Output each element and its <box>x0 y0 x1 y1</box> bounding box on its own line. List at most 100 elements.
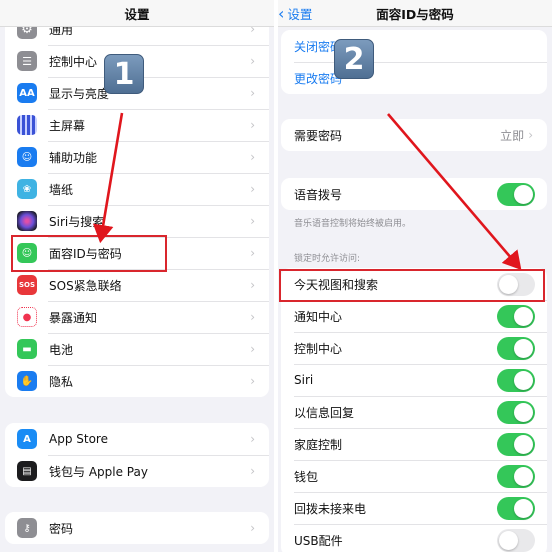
app-store-icon: A <box>17 429 37 449</box>
settings-item-14[interactable]: ⚷ 密码 › <box>5 512 269 544</box>
lock-access-label: 通知中心 <box>294 309 343 324</box>
settings-item-4[interactable]: ☺ 辅助功能 › <box>5 141 269 173</box>
face-id-pane: ‹ 设置 面容ID与密码 关闭密码 更改密码 需要密码 立即 › 语音拨号 音乐… <box>278 0 552 552</box>
voice-dial-row: 语音拨号 <box>281 178 547 210</box>
settings-item-label: 暴露通知 <box>49 310 98 325</box>
lock-access-toggle[interactable] <box>497 496 535 520</box>
face-id-icon: ☺ <box>17 243 37 263</box>
lock-access-label: USB配件 <box>294 533 343 548</box>
settings-item-5[interactable]: ❀ 墙纸 › <box>5 173 269 205</box>
battery-icon: ▬ <box>17 339 37 359</box>
lock-access-row-4: 以信息回复 <box>281 396 547 428</box>
turn-off-passcode-label: 关闭密码 <box>294 39 343 54</box>
settings-item-label: 电池 <box>49 342 74 357</box>
settings-item-label: 辅助功能 <box>49 150 98 165</box>
lock-access-toggle[interactable] <box>497 304 535 328</box>
chevron-right-icon: › <box>250 432 255 446</box>
page-title: 设置 <box>124 6 150 22</box>
chevron-right-icon: › <box>250 86 255 100</box>
chevron-right-icon: › <box>250 214 255 228</box>
settings-item-label: 控制中心 <box>49 54 98 69</box>
settings-item-10[interactable]: ▬ 电池 › <box>5 333 269 365</box>
face-id-navbar: ‹ 设置 面容ID与密码 <box>278 0 552 27</box>
require-passcode-value: 立即 <box>500 128 525 143</box>
settings-item-7[interactable]: ☺ 面容ID与密码 › <box>5 237 269 269</box>
settings-group-passwords: ⚷ 密码 › <box>5 512 269 544</box>
exposure-icon: ● <box>17 307 37 327</box>
chevron-right-icon: › <box>250 464 255 478</box>
lock-access-row-2: 控制中心 <box>281 332 547 364</box>
wallpaper-icon: ❀ <box>17 179 37 199</box>
voice-dial-group: 语音拨号 <box>281 178 547 210</box>
lock-access-toggle[interactable] <box>497 368 535 392</box>
lock-access-label: 今天视图和搜索 <box>294 277 379 292</box>
change-passcode-link[interactable]: 更改密码 <box>281 62 547 94</box>
lock-access-label: 以信息回复 <box>294 405 355 420</box>
chevron-left-icon: ‹ <box>278 3 285 23</box>
chevron-right-icon: › <box>250 278 255 292</box>
settings-item-6[interactable]: Siri与搜索 › <box>5 205 269 237</box>
switches-icon: ☰ <box>17 51 37 71</box>
settings-item-9[interactable]: ● 暴露通知 › <box>5 301 269 333</box>
back-button[interactable]: ‹ 设置 <box>278 0 312 27</box>
back-label: 设置 <box>287 7 313 22</box>
turn-off-passcode-link[interactable]: 关闭密码 <box>281 30 547 62</box>
settings-item-label: Siri与搜索 <box>49 214 105 229</box>
lock-access-row-6: 钱包 <box>281 460 547 492</box>
step-badge-1: 1 <box>104 54 144 94</box>
chevron-right-icon: › <box>250 118 255 132</box>
settings-item-label: SOS紧急联络 <box>49 278 122 293</box>
settings-item-3[interactable]: 主屏幕 › <box>5 109 269 141</box>
lock-access-row-3: Siri <box>281 364 547 396</box>
lock-access-toggle[interactable] <box>497 528 535 552</box>
chevron-right-icon: › <box>250 342 255 356</box>
settings-item-label: 显示与亮度 <box>49 86 110 101</box>
lock-access-label: 钱包 <box>294 469 319 484</box>
lock-access-row-8: USB配件 <box>281 524 547 552</box>
lock-access-toggle[interactable] <box>497 400 535 424</box>
settings-item-label: 面容ID与密码 <box>49 246 122 261</box>
settings-item-12[interactable]: A App Store › <box>5 423 269 455</box>
chevron-right-icon: › <box>250 521 255 535</box>
passcode-group: 关闭密码 更改密码 <box>281 30 547 94</box>
accessibility-icon: ☺ <box>17 147 37 167</box>
settings-item-label: 钱包与 Apple Pay <box>49 464 148 479</box>
settings-item-label: 隐私 <box>49 374 74 389</box>
voice-dial-label: 语音拨号 <box>294 187 343 202</box>
step-badge-2: 2 <box>334 39 374 79</box>
lock-access-toggle[interactable] <box>497 336 535 360</box>
lock-access-toggle[interactable] <box>497 432 535 456</box>
chevron-right-icon: › <box>250 150 255 164</box>
require-passcode-group: 需要密码 立即 › <box>281 119 547 151</box>
voice-dial-toggle[interactable] <box>497 182 535 206</box>
lock-access-header: 锁定时允许访问: <box>294 254 361 264</box>
lock-access-group: 今天视图和搜索 通知中心控制中心 Siri 以信息回复家庭控制钱包回拨未接来电 USB配… <box>281 268 547 552</box>
lock-access-label: 回拨未接来电 <box>294 501 367 516</box>
settings-navbar: 设置 <box>0 0 274 27</box>
settings-item-13[interactable]: ▤ 钱包与 Apple Pay › <box>5 455 269 487</box>
settings-item-label: App Store <box>49 432 108 446</box>
settings-item-11[interactable]: ✋ 隐私 › <box>5 365 269 397</box>
page-title: 面容ID与密码 <box>376 6 454 22</box>
settings-item-label: 墙纸 <box>49 182 74 197</box>
require-passcode-row[interactable]: 需要密码 立即 › <box>281 119 547 151</box>
home-screen-icon <box>17 115 37 135</box>
siri-icon <box>17 211 37 231</box>
voice-dial-footnote: 音乐语音控制将始终被启用。 <box>294 219 412 229</box>
wallet-icon: ▤ <box>17 461 37 481</box>
text-size-icon: AA <box>17 83 37 103</box>
settings-group-store: A App Store › ▤ 钱包与 Apple Pay › <box>5 423 269 487</box>
lock-access-label: 控制中心 <box>294 341 343 356</box>
chevron-right-icon: › <box>250 310 255 324</box>
lock-access-row-5: 家庭控制 <box>281 428 547 460</box>
lock-access-row-0: 今天视图和搜索 <box>281 268 547 300</box>
settings-item-8[interactable]: SOS SOS紧急联络 › <box>5 269 269 301</box>
lock-access-row-1: 通知中心 <box>281 300 547 332</box>
chevron-right-icon: › <box>250 246 255 260</box>
lock-access-toggle[interactable] <box>497 272 535 296</box>
lock-access-label: Siri <box>294 373 314 387</box>
chevron-right-icon: › <box>250 182 255 196</box>
chevron-right-icon: › <box>250 54 255 68</box>
lock-access-toggle[interactable] <box>497 464 535 488</box>
hand-icon: ✋ <box>17 371 37 391</box>
